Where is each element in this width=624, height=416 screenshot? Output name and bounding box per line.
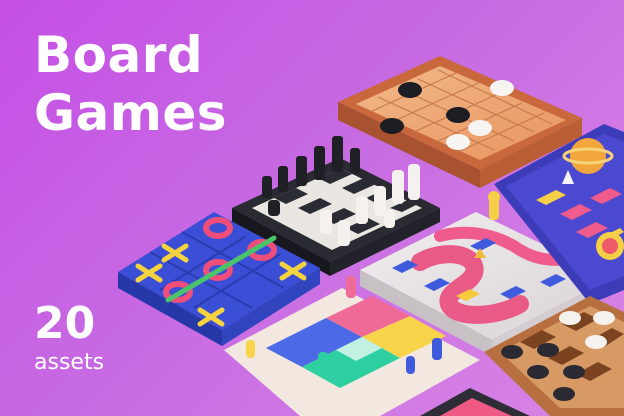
banner: Board Games 20 assets [0, 0, 624, 416]
asset-unit-label: assets [34, 350, 105, 375]
title-line-2: Games [34, 84, 228, 142]
title-line-1: Board [34, 26, 204, 84]
asset-count: 20 [34, 298, 96, 349]
backgammon-board-icon [420, 388, 530, 416]
page-title: Board Games [34, 26, 227, 142]
